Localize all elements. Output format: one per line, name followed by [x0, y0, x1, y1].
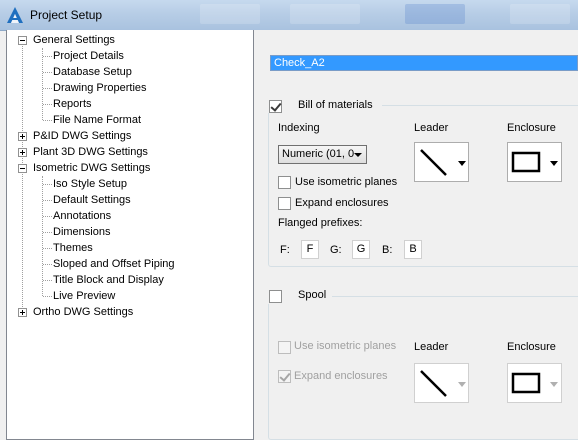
expand-icon[interactable] — [18, 132, 27, 141]
tree-item-general-settings[interactable]: General Settings — [33, 32, 115, 48]
tree-item-title-block-display[interactable]: Title Block and Display — [53, 272, 164, 288]
indexing-dropdown[interactable]: Numeric (01, 0 — [278, 145, 367, 164]
style-name-field[interactable]: Check_A2 — [270, 55, 578, 71]
tree-item-default-settings[interactable]: Default Settings — [53, 192, 131, 208]
tree-item-file-name-format[interactable]: File Name Format — [53, 112, 141, 128]
tree-item-live-preview[interactable]: Live Preview — [53, 288, 115, 304]
bom-enclosure-picker[interactable] — [507, 142, 562, 182]
rectangle-icon — [511, 372, 558, 394]
prefix-g-input[interactable]: G — [352, 240, 370, 259]
tree-item-drawing-properties[interactable]: Drawing Properties — [53, 80, 147, 96]
expand-icon[interactable] — [18, 308, 27, 317]
tree-connector — [42, 176, 43, 296]
spool-enclosure-picker[interactable] — [507, 363, 562, 403]
spool-leader-picker[interactable] — [414, 363, 469, 403]
prefix-f-label: F: — [280, 244, 290, 256]
prefix-f-input[interactable]: F — [301, 240, 319, 259]
prefix-g-label: G: — [330, 244, 342, 256]
spool-enclosure-label: Enclosure — [507, 341, 556, 353]
tree-item-ortho-dwg-settings[interactable]: Ortho DWG Settings — [33, 304, 133, 320]
collapse-icon[interactable] — [18, 164, 27, 173]
tree-item-isometric-dwg-settings[interactable]: Isometric DWG Settings — [33, 160, 150, 176]
tree-item-project-details[interactable]: Project Details — [53, 48, 124, 64]
tree-item-sloped-offset-piping[interactable]: Sloped and Offset Piping — [53, 256, 175, 272]
diagonal-line-icon — [420, 370, 466, 397]
tree-item-dimensions[interactable]: Dimensions — [53, 224, 110, 240]
spool-checkbox[interactable] — [269, 290, 282, 303]
tree-item-database-setup[interactable]: Database Setup — [53, 64, 132, 80]
background-ghost — [405, 4, 465, 24]
tree-item-themes[interactable]: Themes — [53, 240, 93, 256]
spool-leader-label: Leader — [414, 341, 449, 353]
tree-item-iso-style-setup[interactable]: Iso Style Setup — [53, 176, 127, 192]
bom-label: Bill of materials — [298, 99, 373, 111]
background-ghost — [290, 4, 360, 24]
expand-icon[interactable] — [18, 148, 27, 157]
settings-tree[interactable]: General Settings Project Details Databas… — [6, 30, 254, 440]
tree-item-annotations[interactable]: Annotations — [53, 208, 111, 224]
autocad-app-icon — [7, 7, 23, 23]
chevron-down-icon — [354, 153, 362, 157]
flanged-prefixes-label: Flanged prefixes: — [278, 217, 363, 229]
background-ghost — [510, 4, 570, 24]
tree-item-reports[interactable]: Reports — [53, 96, 92, 112]
spool-label: Spool — [298, 289, 327, 301]
indexing-value: Numeric (01, 0 — [282, 148, 355, 160]
bom-use-iso-planes-checkbox[interactable] — [278, 176, 291, 189]
bom-leader-picker[interactable] — [414, 142, 469, 182]
rectangle-icon — [511, 151, 558, 173]
prefix-b-label: B: — [382, 244, 393, 256]
collapse-icon[interactable] — [18, 36, 27, 45]
tree-item-pid-dwg-settings[interactable]: P&ID DWG Settings — [33, 128, 131, 144]
bom-checkbox[interactable] — [269, 100, 282, 113]
spool-use-iso-planes-label: Use isometric planes — [294, 340, 397, 352]
window-title: Project Setup — [30, 8, 103, 22]
bom-expand-enclosures-checkbox[interactable] — [278, 197, 291, 210]
spool-use-iso-planes-checkbox[interactable] — [278, 341, 291, 354]
spool-expand-enclosures-label: Expand enclosures — [294, 370, 388, 382]
spool-expand-enclosures-checkbox[interactable] — [278, 370, 291, 383]
tree-connector — [22, 44, 23, 311]
bom-enclosure-label: Enclosure — [507, 122, 556, 134]
diagonal-line-icon — [420, 149, 466, 176]
bom-use-iso-planes-label: Use isometric planes — [295, 176, 398, 188]
bom-leader-label: Leader — [414, 122, 449, 134]
tree-item-plant3d-dwg-settings[interactable]: Plant 3D DWG Settings — [33, 144, 148, 160]
title-bar[interactable]: Project Setup — [0, 0, 578, 31]
background-ghost — [200, 4, 260, 24]
bom-expand-enclosures-label: Expand enclosures — [295, 197, 389, 209]
indexing-label: Indexing — [278, 122, 320, 134]
prefix-b-input[interactable]: B — [404, 240, 422, 259]
tree-connector — [42, 48, 43, 120]
